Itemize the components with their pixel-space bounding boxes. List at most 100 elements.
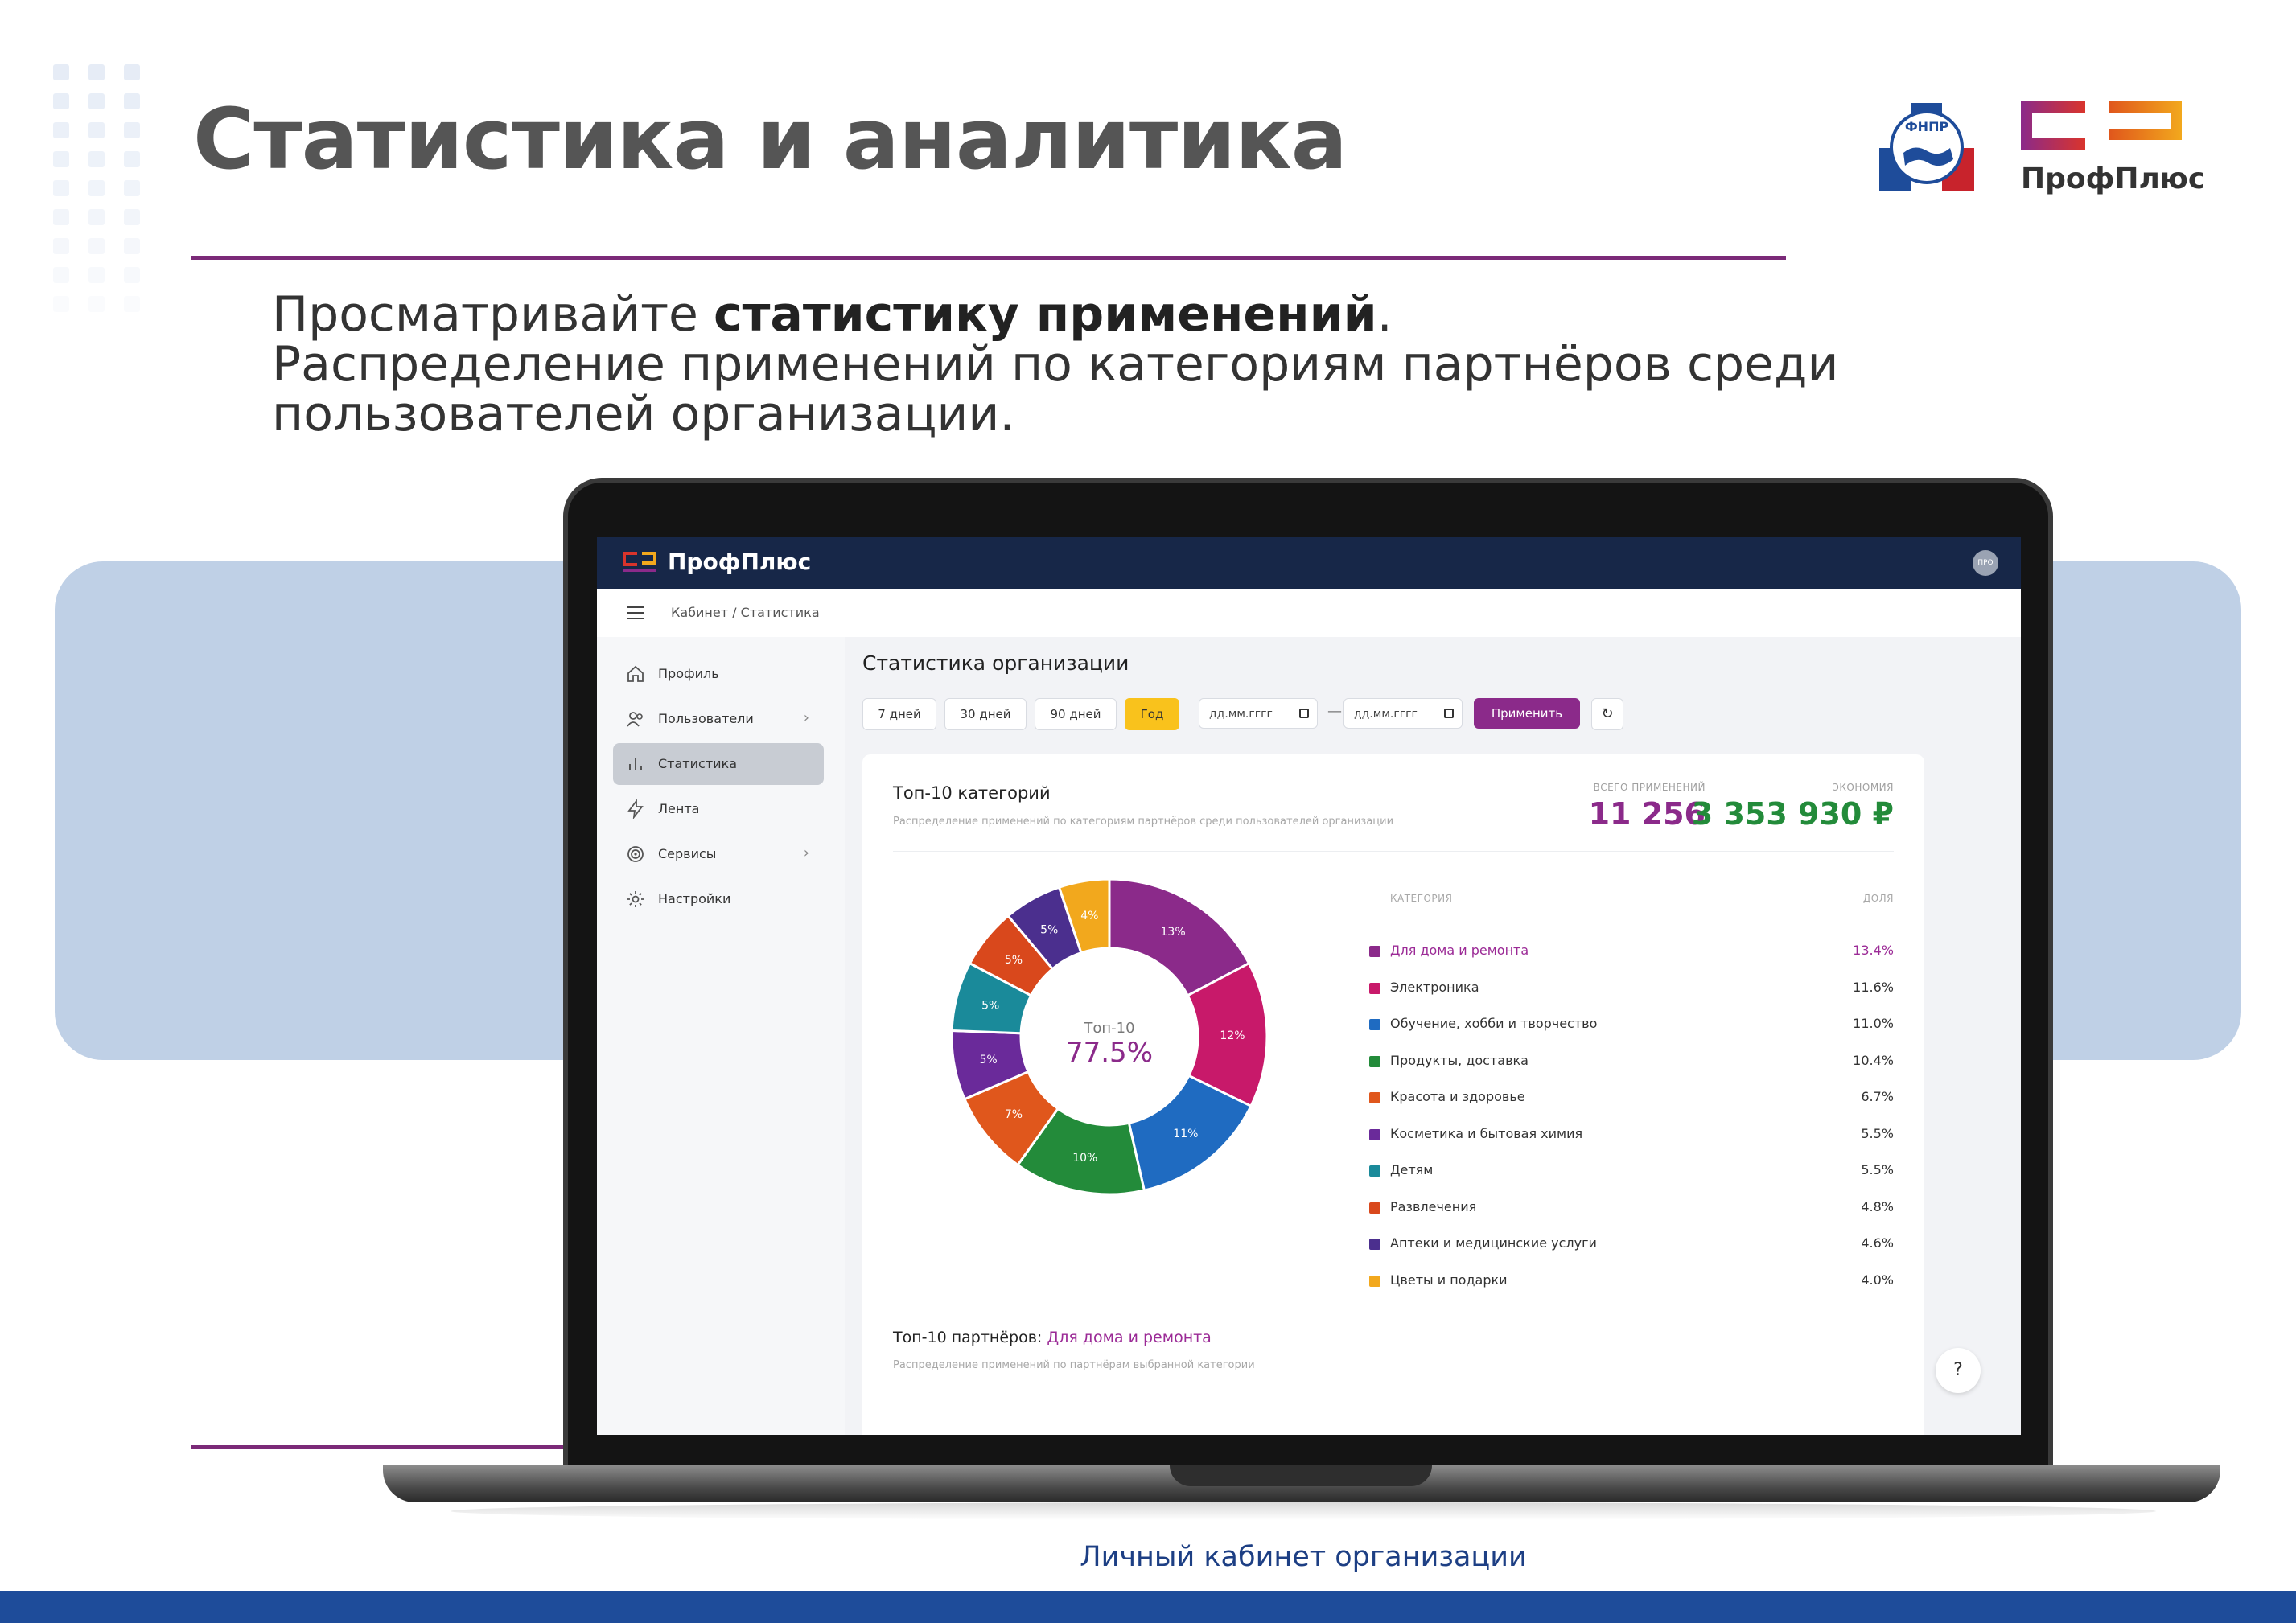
decorative-dot (88, 64, 105, 80)
legend-row[interactable]: Косметика и бытовая химия 5.5% (1368, 1116, 1894, 1152)
legend-head-share: ДОЛЯ (1862, 893, 1894, 904)
refresh-button[interactable]: ↻ (1591, 698, 1623, 730)
bar-chart-icon (629, 758, 642, 770)
help-button[interactable]: ? (1936, 1348, 1981, 1393)
decorative-dot (53, 151, 69, 167)
legend-category: Обучение, хобби и творчество (1390, 1016, 1598, 1031)
sidebar-item[interactable]: Настройки (613, 878, 824, 920)
card-divider (893, 851, 1894, 852)
kpi-total-value: 11 256 (1588, 796, 1706, 832)
decorative-dot (53, 64, 69, 80)
legend-share: 10.4% (1853, 1052, 1894, 1068)
donut-slice-label: 12% (1220, 1029, 1245, 1042)
legend-swatch (1369, 982, 1380, 994)
legend-swatch (1369, 946, 1380, 957)
chevron-right-icon: › (803, 709, 809, 726)
partners-title: Топ-10 партнёров: Для дома и ремонта (893, 1329, 1212, 1346)
legend-row[interactable]: Электроника 11.6% (1368, 970, 1894, 1005)
sidebar: Профиль Пользователи › Статистика Лента Серви… (597, 637, 846, 1435)
decorative-dot (53, 180, 69, 196)
legend-swatch (1369, 1092, 1380, 1103)
laptop-screen: ПрофПлюс ПРО Кабинет / Статистика Профил… (597, 537, 2021, 1435)
decorative-dot (88, 122, 105, 138)
decorative-dot (53, 122, 69, 138)
sidebar-item-label: Профиль (658, 666, 719, 681)
decorative-dot (53, 296, 69, 312)
lightning-icon (627, 799, 644, 819)
legend-share: 4.0% (1861, 1272, 1894, 1288)
sidebar-item[interactable]: Профиль (613, 653, 824, 695)
partners-subtitle: Распределение применений по партнёрам вы… (893, 1359, 1255, 1371)
sidebar-item[interactable]: Сервисы › (613, 833, 824, 875)
legend-category: Красота и здоровье (1390, 1089, 1525, 1104)
legend-category: Цветы и подарки (1390, 1272, 1508, 1288)
filter-7-days[interactable]: 7 дней (862, 698, 936, 730)
breadcrumb: Кабинет / Статистика (671, 605, 820, 620)
date-from-field[interactable]: дд.мм.гггг (1199, 698, 1318, 729)
card-title: Топ-10 категорий (893, 783, 1051, 803)
legend-row[interactable]: Аптеки и медицинские услуги 4.6% (1368, 1226, 1894, 1261)
menu-icon[interactable] (627, 606, 644, 619)
card-subtitle: Распределение применений по категориям п… (893, 816, 1394, 828)
legend-row[interactable]: Для дома и ремонта 13.4% (1368, 933, 1894, 968)
legend-category: Для дома и ремонта (1390, 943, 1529, 958)
donut-chart: 13% 12% 11% 10% 7% 5% 5% 5% 5% 4% Топ-10 77.5% (950, 877, 1269, 1196)
breadcrumb-bar: Кабинет / Статистика (597, 589, 2021, 637)
legend-row[interactable]: Продукты, доставка 10.4% (1368, 1043, 1894, 1079)
legend-share: 11.6% (1853, 979, 1894, 995)
decorative-dot (124, 64, 140, 80)
legend-share: 5.5% (1861, 1125, 1894, 1141)
sidebar-item[interactable]: Статистика (613, 743, 824, 785)
subtitle-line3: пользователей организации. (272, 386, 1015, 442)
legend-swatch (1369, 1275, 1380, 1287)
legend-share: 4.6% (1861, 1235, 1894, 1251)
home-icon (627, 665, 644, 682)
legend-category: Аптеки и медицинские услуги (1390, 1235, 1597, 1251)
legend-swatch (1369, 1165, 1380, 1177)
legend-swatch (1369, 1055, 1380, 1067)
donut-slice-label: 10% (1072, 1152, 1097, 1165)
legend-category: Продукты, доставка (1390, 1052, 1529, 1068)
app-header: ПрофПлюс ПРО (597, 537, 2021, 589)
donut-slice-label: 5% (981, 999, 999, 1012)
legend-row[interactable]: Обучение, хобби и творчество 11.0% (1368, 1006, 1894, 1042)
users-icon (627, 712, 643, 727)
subtitle-line2: Распределение применений по категориям п… (272, 336, 1839, 392)
partners-title-category[interactable]: Для дома и ремонта (1047, 1329, 1211, 1346)
donut-slice-label: 7% (1005, 1108, 1023, 1121)
app-logo-icon (623, 552, 656, 572)
subtitle-post: . (1376, 286, 1393, 343)
legend-category: Развлечения (1390, 1198, 1477, 1214)
chevron-right-icon: › (803, 844, 809, 861)
donut-slice-label: 11% (1173, 1128, 1198, 1140)
legend-category: Косметика и бытовая химия (1390, 1125, 1583, 1141)
donut-center-label: Топ-10 (1083, 1020, 1134, 1037)
date-range-dash: — (1327, 703, 1342, 720)
filter-30-days[interactable]: 30 дней (944, 698, 1027, 730)
subtitle-bold: статистику применений (714, 286, 1377, 343)
legend-share: 5.5% (1861, 1162, 1894, 1177)
laptop-shadow (451, 1502, 2156, 1520)
gear-icon (627, 891, 644, 907)
date-to-field[interactable]: дд.мм.гггг (1343, 698, 1463, 729)
legend-row[interactable]: Красота и здоровье 6.7% (1368, 1079, 1894, 1115)
decorative-dot (88, 238, 105, 254)
avatar[interactable]: ПРО (1973, 550, 1998, 576)
apply-button[interactable]: Применить (1474, 698, 1580, 729)
sidebar-item[interactable]: Лента (613, 788, 824, 830)
fnpr-logo-text: ФНПР (1905, 119, 1949, 134)
legend-category: Детям (1390, 1162, 1434, 1177)
decorative-dot (53, 238, 69, 254)
legend-row[interactable]: Цветы и подарки 4.0% (1368, 1263, 1894, 1298)
legend-row[interactable]: Детям 5.5% (1368, 1153, 1894, 1188)
app-brand[interactable]: ПрофПлюс (668, 549, 811, 575)
calendar-icon (1444, 709, 1454, 718)
legend-swatch (1369, 1239, 1380, 1250)
kpi-saving-label: ЭКОНОМИЯ (1832, 782, 1894, 793)
sidebar-item[interactable]: Пользователи › (613, 698, 824, 740)
filter-90-days[interactable]: 90 дней (1035, 698, 1117, 730)
filter-year[interactable]: Год (1125, 698, 1179, 730)
legend-row[interactable]: Развлечения 4.8% (1368, 1190, 1894, 1225)
decorative-dot (124, 209, 140, 225)
legend-share: 11.0% (1853, 1016, 1894, 1031)
